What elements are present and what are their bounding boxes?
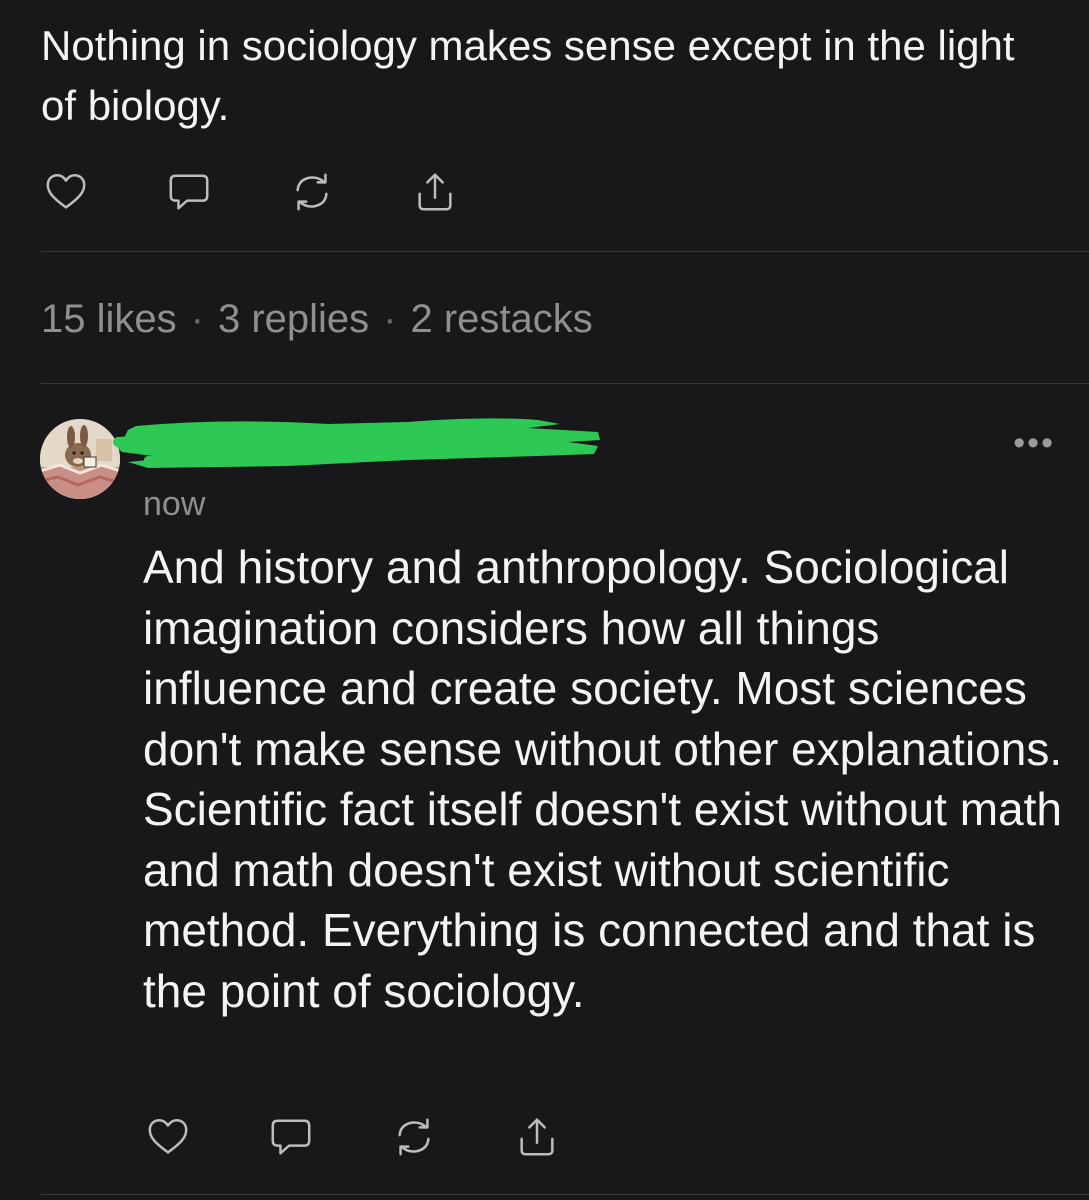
- post-text: Nothing in sociology makes sense except …: [41, 22, 1015, 129]
- share-button[interactable]: [512, 1112, 562, 1162]
- restack-icon: [296, 173, 328, 211]
- redacted-username: [113, 418, 600, 468]
- like-button[interactable]: [41, 167, 91, 217]
- comment-button[interactable]: [164, 167, 214, 217]
- restacks-count[interactable]: 2 restacks: [410, 297, 592, 341]
- heart-icon: [148, 1118, 188, 1154]
- restack-icon: [398, 1118, 430, 1156]
- heart-icon: [46, 173, 86, 209]
- reply-timestamp: now: [143, 485, 206, 523]
- share-button[interactable]: [410, 167, 460, 217]
- divider: [41, 383, 1089, 384]
- likes-count[interactable]: 15 likes: [41, 297, 177, 341]
- comment-icon: [169, 174, 209, 210]
- divider: [41, 251, 1089, 252]
- share-icon: [520, 1118, 554, 1156]
- share-icon: [418, 173, 452, 211]
- divider: [41, 1194, 1089, 1195]
- restack-button[interactable]: [287, 167, 337, 217]
- reply-text: And history and anthropology. Sociologic…: [143, 541, 1063, 1017]
- more-options-button[interactable]: •••: [1013, 424, 1055, 463]
- replies-count[interactable]: 3 replies: [218, 297, 369, 341]
- post-action-bar: [41, 167, 460, 217]
- separator-dot: ·: [383, 297, 397, 341]
- comment-button[interactable]: [266, 1112, 316, 1162]
- post-stats: 15 likes · 3 replies · 2 restacks: [41, 292, 593, 346]
- restack-button[interactable]: [389, 1112, 439, 1162]
- reply-action-bar: [143, 1112, 562, 1162]
- comment-icon: [271, 1119, 311, 1155]
- like-button[interactable]: [143, 1112, 193, 1162]
- separator-dot: ·: [190, 297, 204, 341]
